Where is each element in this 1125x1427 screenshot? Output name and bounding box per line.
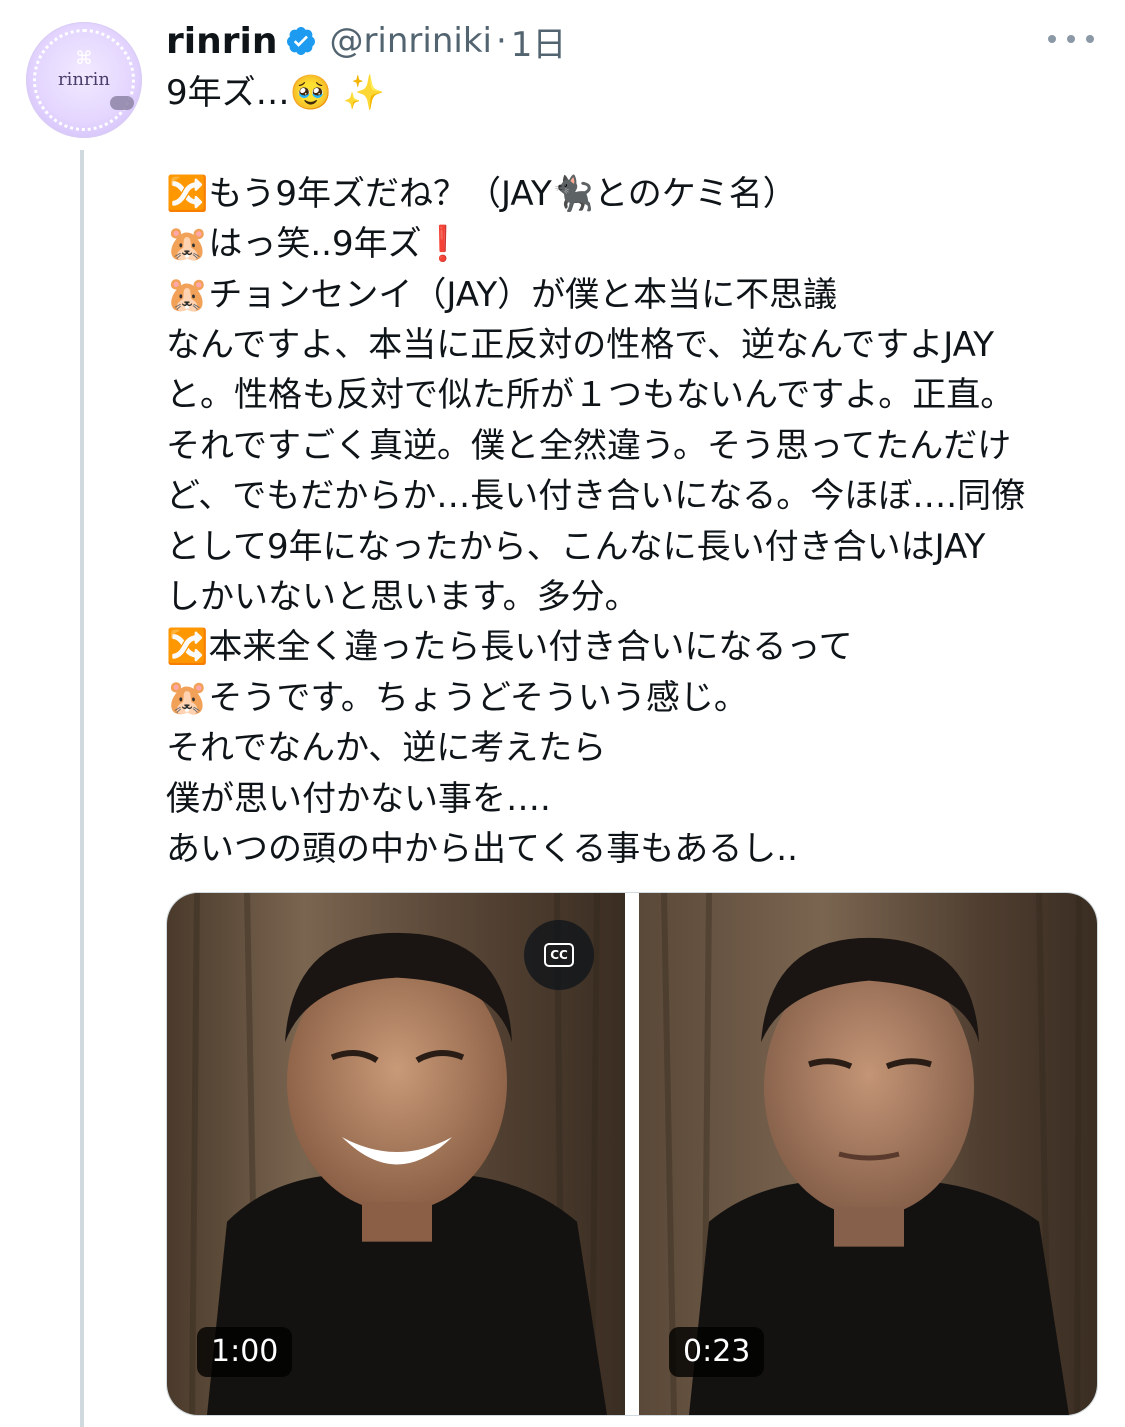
more-dot [1048,35,1056,43]
tweet[interactable]: ⌘ rinrin rinrin @rinriniki · 1日 9年ズ…🥹 ✨ … [0,0,1125,1427]
tweet-header: rinrin @rinriniki · 1日 [166,14,566,68]
avatar[interactable]: ⌘ rinrin [26,22,142,138]
more-options-icon[interactable] [1048,22,1094,56]
video-duration: 1:00 [197,1327,293,1377]
timestamp[interactable]: 1日 [511,17,567,66]
bow-icon: ⌘ [75,48,93,69]
tweet-text: 9年ズ…🥹 ✨ 🔀もう9年ズだね？（JAY🐈‍⬛とのケミ名） 🐹はっ笑..9年ズ… [166,73,1026,870]
video-thumbnail[interactable]: 0:23 [639,893,1097,1415]
media-grid: 1:00 0:23 [166,892,1098,1416]
closed-captions-icon: CC [544,943,574,967]
avatar-charm-icon [110,96,134,110]
thread-line [80,150,84,1427]
video-duration: 0:23 [669,1327,765,1377]
user-handle[interactable]: @rinriniki [329,21,492,61]
separator-dot: · [495,21,507,61]
avatar-name: rinrin [58,69,110,90]
more-dot [1067,35,1075,43]
closed-captions-button[interactable]: CC [524,920,594,990]
verified-badge-icon [287,27,316,55]
display-name[interactable]: rinrin [166,21,277,62]
more-dot [1086,35,1094,43]
